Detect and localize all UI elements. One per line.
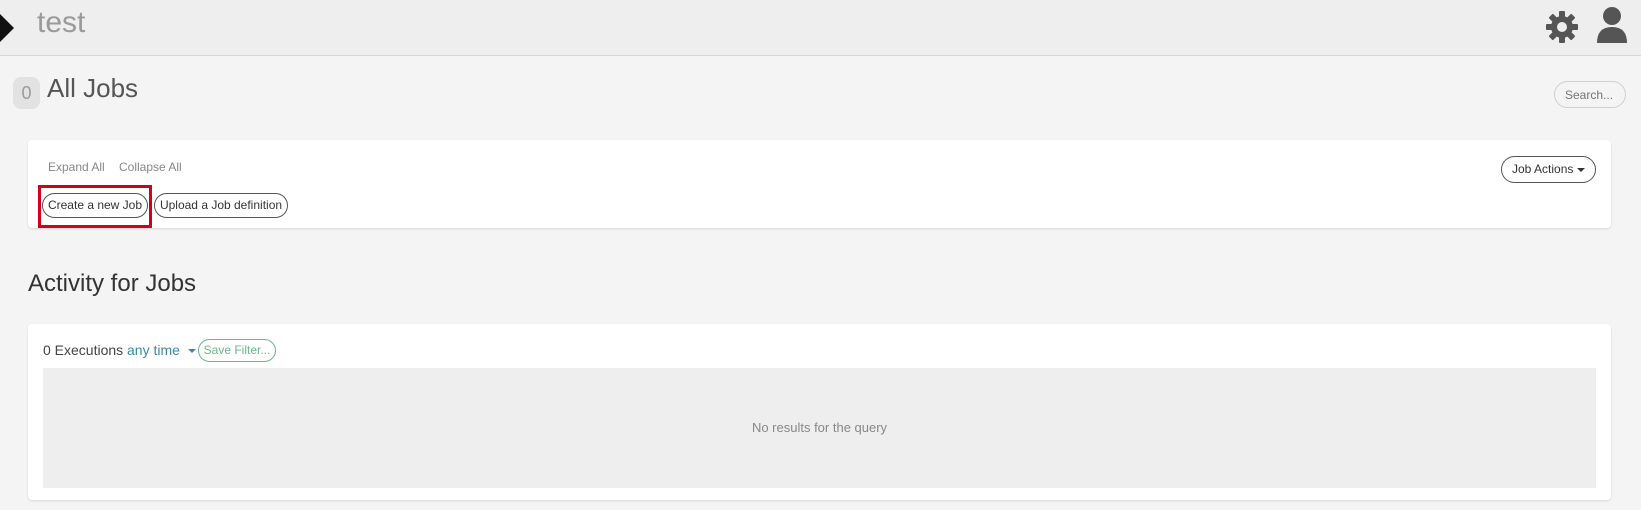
search-input[interactable] [1554,81,1626,108]
collapse-all-link[interactable]: Collapse All [119,160,182,174]
gear-icon[interactable] [1544,9,1580,45]
top-navbar: test [0,0,1641,56]
time-filter-label: any time [127,342,180,358]
user-icon[interactable] [1595,5,1629,45]
create-job-button[interactable]: Create a new Job [42,193,148,218]
job-actions-dropdown[interactable]: Job Actions [1501,156,1596,183]
executions-count: 0 Executions [43,342,124,358]
save-filter-button[interactable]: Save Filter... [198,339,276,362]
jobs-panel: Expand All Collapse All Create a new Job… [28,140,1611,228]
activity-title: Activity for Jobs [28,270,197,297]
expand-all-link[interactable]: Expand All [48,160,105,174]
caret-down-icon [187,349,196,354]
upload-job-button[interactable]: Upload a Job definition [154,193,288,218]
time-filter-dropdown[interactable]: any time [127,342,196,358]
activity-panel: 0 Executions any time Save Filter... No … [28,324,1611,500]
job-count-badge: 0 [13,77,40,109]
sidebar-toggle-icon[interactable] [0,14,14,42]
results-area: No results for the query [43,368,1596,488]
caret-down-icon [1577,167,1586,172]
job-actions-label: Job Actions [1512,162,1574,176]
page-title: All Jobs [47,73,139,103]
empty-results-message: No results for the query [751,420,888,435]
project-title[interactable]: test [37,6,85,40]
